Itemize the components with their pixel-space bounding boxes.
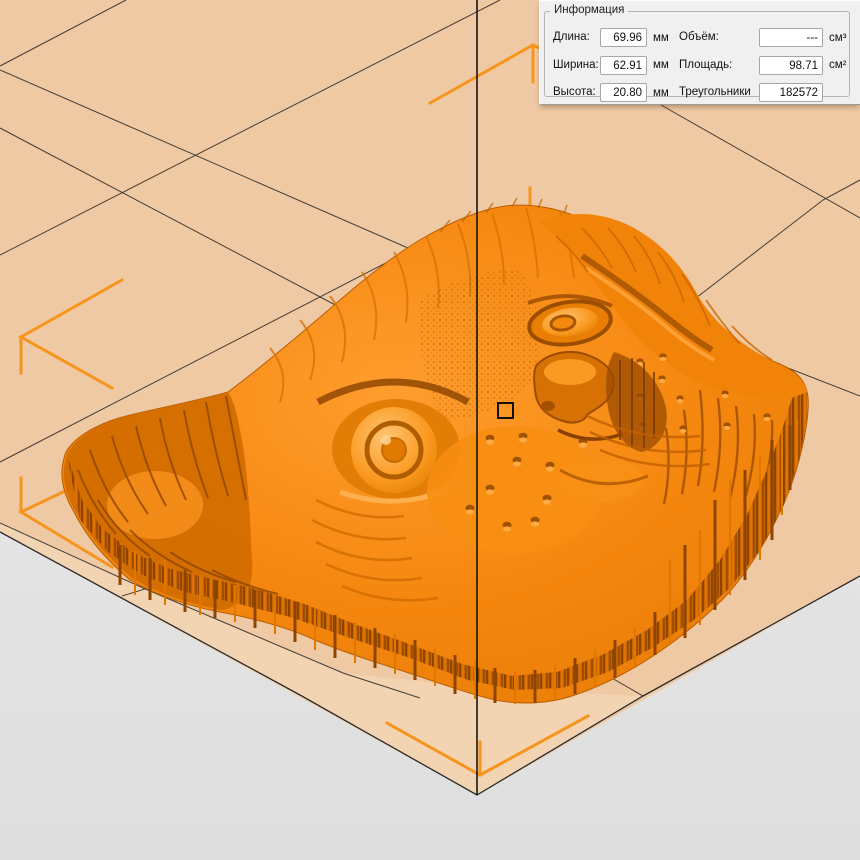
viewport-3d[interactable] xyxy=(0,0,860,860)
area-field[interactable]: 98.71 xyxy=(759,56,823,75)
length-field[interactable]: 69.96 xyxy=(600,28,647,47)
volume-field[interactable]: --- xyxy=(759,28,823,47)
height-label: Высота: xyxy=(553,83,600,102)
app-window: Информация Длина: 69.96 мм Объём: --- см… xyxy=(0,0,860,860)
volume-label: Объём: xyxy=(679,28,759,47)
nose-highlight xyxy=(544,359,596,385)
triangles-label: Треугольники xyxy=(679,83,759,102)
height-unit: мм xyxy=(647,87,679,99)
height-field[interactable]: 20.80 xyxy=(600,83,647,102)
area-unit: см² xyxy=(823,59,853,71)
left-ear-highlight xyxy=(107,471,203,539)
width-unit: мм xyxy=(647,59,679,71)
volume-unit: см³ xyxy=(823,32,853,44)
info-panel-title: Информация xyxy=(550,4,628,16)
width-field[interactable]: 62.91 xyxy=(600,56,647,75)
info-panel: Информация Длина: 69.96 мм Объём: --- см… xyxy=(539,0,860,105)
triangles-field[interactable]: 182572 xyxy=(759,83,823,102)
nostril xyxy=(541,401,555,411)
area-label: Площадь: xyxy=(679,56,759,75)
length-unit: мм xyxy=(647,32,679,44)
info-rows: Длина: 69.96 мм Объём: --- см³ Ширина: 6… xyxy=(553,28,853,102)
width-label: Ширина: xyxy=(553,56,600,75)
length-label: Длина: xyxy=(553,28,600,47)
